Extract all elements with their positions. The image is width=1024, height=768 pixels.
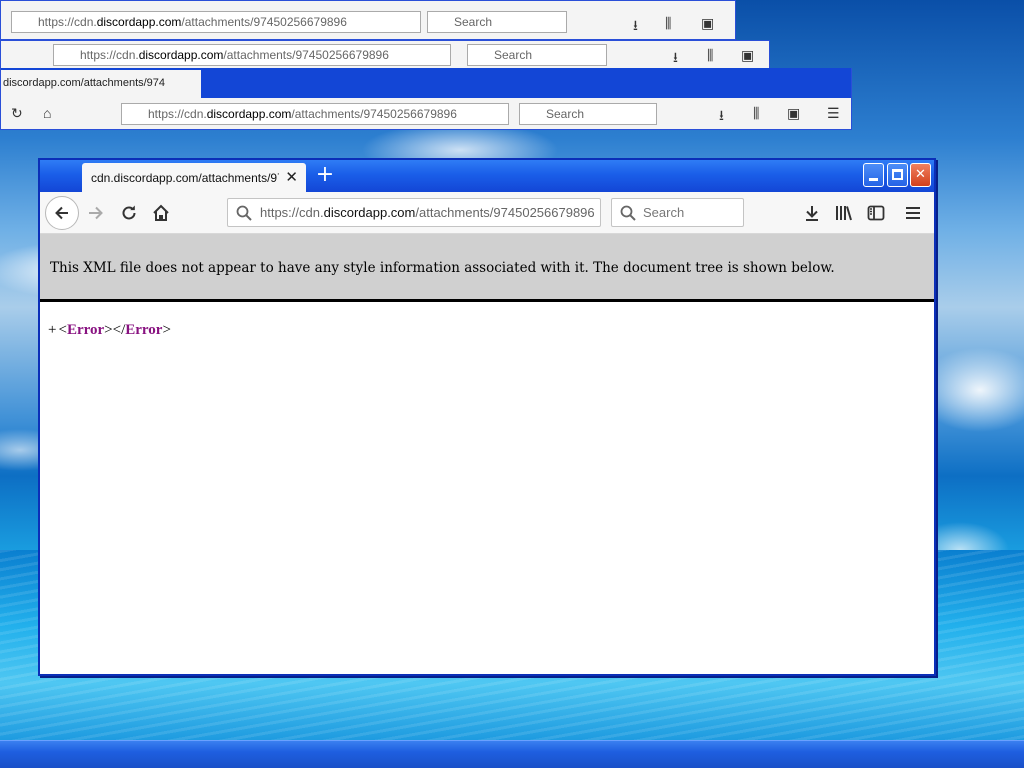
- reload-icon[interactable]: [119, 203, 139, 223]
- ghost-navbar: https://cdn.discordapp.com/attachments/9…: [1, 98, 851, 129]
- ghost-url-bar: https://cdn.discordapp.com/attachments/9…: [11, 11, 421, 33]
- tab-active[interactable]: cdn.discordapp.com/attachments/9745 ✕: [82, 163, 306, 192]
- xml-open-tag: Error: [66, 322, 105, 338]
- search-icon: [620, 205, 636, 221]
- xml-close-tag: Error: [125, 322, 163, 338]
- download-icon: ⭳: [673, 49, 678, 65]
- ghost-url-bar: https://cdn.discordapp.com/attachments/9…: [53, 44, 451, 66]
- sidebar-icon: ▣: [741, 47, 755, 63]
- search-icon: [236, 205, 252, 221]
- minimize-button[interactable]: [863, 163, 884, 187]
- url-host: discordapp.com: [323, 205, 416, 220]
- ghost-url-bar: https://cdn.discordapp.com/attachments/9…: [121, 103, 509, 125]
- title-bar[interactable]: cdn.discordapp.com/attachments/9745 ✕ + …: [40, 160, 934, 192]
- ghost-window-3: discordapp.com/attachments/974 https://c…: [0, 68, 852, 130]
- search-input[interactable]: Search: [611, 198, 744, 227]
- ghost-window-1: https://cdn.discordapp.com/attachments/9…: [0, 0, 736, 40]
- sidebar-icon[interactable]: [866, 203, 886, 223]
- browser-window: cdn.discordapp.com/attachments/9745 ✕ + …: [38, 158, 936, 676]
- url-path: /attachments/97450256679896: [415, 205, 595, 220]
- menu-icon: ☰: [827, 105, 840, 121]
- page-content: This XML file does not appear to have an…: [40, 234, 934, 674]
- xml-close-bracket: >: [162, 322, 171, 338]
- maximize-icon: [892, 169, 903, 180]
- minimize-icon: [869, 178, 878, 181]
- sidebar-icon: ▣: [701, 15, 715, 31]
- home-icon: ⌂: [43, 105, 52, 121]
- new-tab-button[interactable]: +: [312, 162, 338, 188]
- navigation-toolbar: https://cdn.discordapp.com/attachments/9…: [40, 192, 934, 234]
- xml-mid-brackets: ></: [104, 322, 126, 338]
- ghost-window-2: https://cdn.discordapp.com/attachments/9…: [0, 40, 770, 70]
- back-button[interactable]: [45, 196, 79, 230]
- xml-expander-toggle[interactable]: +: [48, 322, 56, 338]
- xml-open-bracket: <: [58, 322, 67, 338]
- sidebar-icon: ▣: [787, 105, 801, 121]
- close-tab-icon[interactable]: ✕: [285, 168, 298, 186]
- ghost-search-box: Search: [427, 11, 567, 33]
- back-arrow-icon: [55, 206, 68, 220]
- ghost-tab: discordapp.com/attachments/974: [1, 70, 201, 98]
- tab-title: cdn.discordapp.com/attachments/9745: [91, 170, 279, 185]
- download-icon[interactable]: [802, 203, 822, 223]
- home-icon[interactable]: [151, 203, 171, 223]
- library-icon: ⫼: [753, 105, 760, 121]
- xml-document-tree: + <Error></Error>: [48, 322, 171, 339]
- url-bar[interactable]: https://cdn.discordapp.com/attachments/9…: [227, 198, 601, 227]
- library-icon[interactable]: [834, 203, 854, 223]
- library-icon: ⫼: [707, 47, 714, 63]
- url-prefix: https://cdn.: [260, 205, 324, 220]
- taskbar[interactable]: [0, 740, 1024, 768]
- library-icon: ⫼: [665, 15, 672, 31]
- ghost-search-box: Search: [519, 103, 657, 125]
- ghost-tab-title: discordapp.com/attachments/974: [3, 77, 166, 89]
- xml-info-banner: This XML file does not appear to have an…: [40, 234, 934, 302]
- maximize-button[interactable]: [887, 163, 908, 187]
- download-icon: ⭳: [719, 107, 724, 123]
- forward-arrow-icon[interactable]: [86, 203, 106, 223]
- close-window-button[interactable]: ✕: [910, 163, 931, 187]
- ghost-search-box: Search: [467, 44, 607, 66]
- menu-icon[interactable]: [903, 203, 923, 223]
- reload-icon: ↻: [11, 105, 23, 121]
- search-placeholder: Search: [643, 205, 685, 220]
- download-icon: ⭳: [633, 17, 638, 33]
